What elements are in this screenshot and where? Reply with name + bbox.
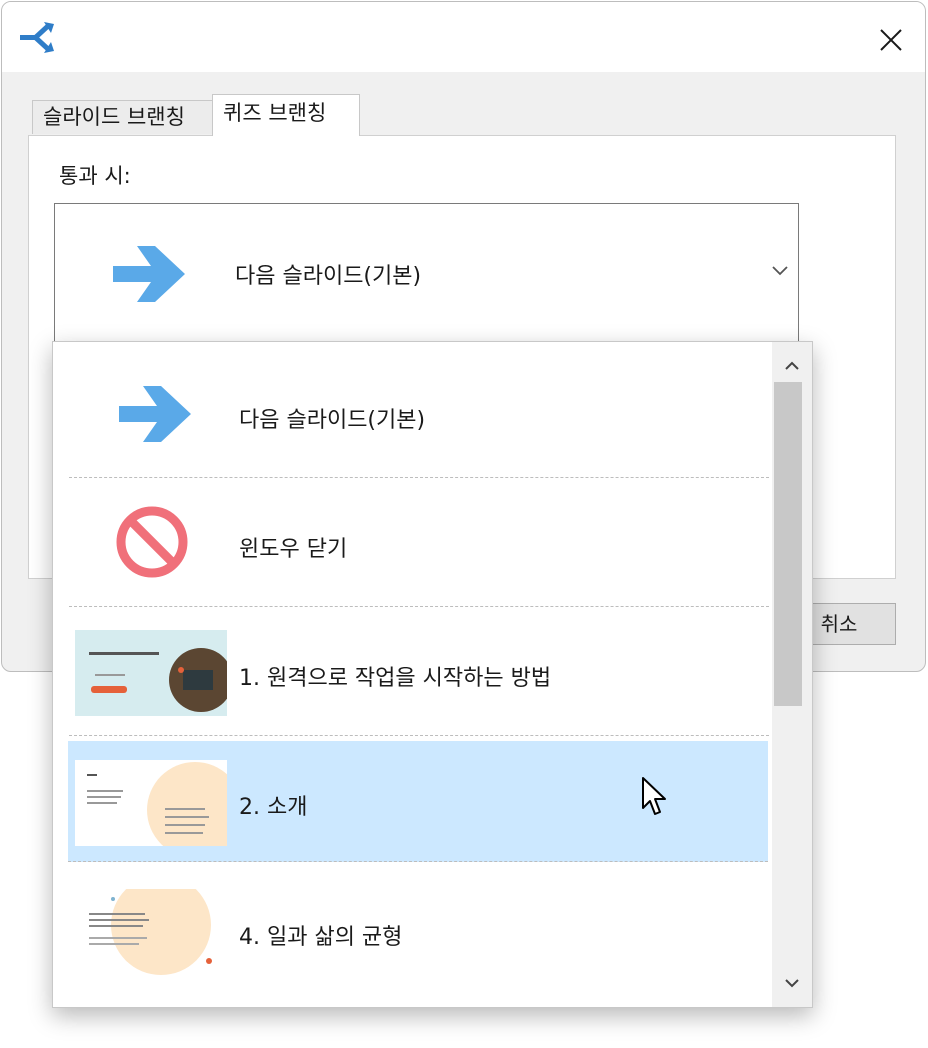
scroll-down-button[interactable] bbox=[772, 965, 812, 1001]
list-item-label: 2. 소개 bbox=[239, 795, 308, 820]
list-item-next-slide[interactable]: 다음 슬라이드(기본) bbox=[69, 350, 769, 478]
slide-thumbnail bbox=[75, 889, 227, 975]
action-dropdown-list: 다음 슬라이드(기본) 윈도우 닫기 1. 원격으로 작업을 시작하는 방법 2… bbox=[52, 341, 813, 1008]
close-icon bbox=[880, 29, 902, 51]
arrow-right-icon bbox=[113, 246, 185, 302]
list-item-label: 4. 일과 삶의 균형 bbox=[239, 925, 403, 950]
dropdown-scrollbar[interactable] bbox=[772, 342, 812, 1007]
list-item-slide-1[interactable]: 1. 원격으로 작업을 시작하는 방법 bbox=[69, 608, 769, 736]
chevron-down-icon bbox=[772, 266, 788, 276]
combo-selected-text: 다음 슬라이드(기본) bbox=[235, 264, 422, 289]
chevron-up-icon bbox=[785, 361, 799, 370]
scroll-up-button[interactable] bbox=[772, 348, 812, 384]
list-item-label: 다음 슬라이드(기본) bbox=[239, 408, 426, 433]
mouse-pointer-icon bbox=[642, 777, 666, 815]
list-item-slide-4[interactable]: 4. 일과 삶의 균형 bbox=[69, 867, 769, 995]
no-entry-icon bbox=[116, 506, 188, 578]
title-bar bbox=[2, 2, 925, 72]
list-item-label: 윈도우 닫기 bbox=[239, 537, 348, 562]
list-item-close-window[interactable]: 윈도우 닫기 bbox=[69, 479, 769, 607]
scroll-thumb[interactable] bbox=[774, 382, 802, 706]
slide-thumbnail bbox=[75, 630, 227, 716]
pass-label: 통과 시: bbox=[59, 164, 131, 188]
arrow-right-icon bbox=[119, 386, 191, 442]
slide-thumbnail bbox=[75, 760, 227, 846]
pass-action-combobox[interactable]: 다음 슬라이드(기본) bbox=[54, 203, 799, 345]
tab-quiz-branching[interactable]: 퀴즈 브랜칭 bbox=[212, 94, 360, 136]
branch-app-icon bbox=[20, 22, 54, 53]
tab-slide-branching[interactable]: 슬라이드 브랜칭 bbox=[32, 100, 214, 134]
list-item-label: 1. 원격으로 작업을 시작하는 방법 bbox=[239, 666, 552, 691]
chevron-down-icon bbox=[785, 979, 799, 988]
close-button[interactable] bbox=[871, 20, 911, 60]
